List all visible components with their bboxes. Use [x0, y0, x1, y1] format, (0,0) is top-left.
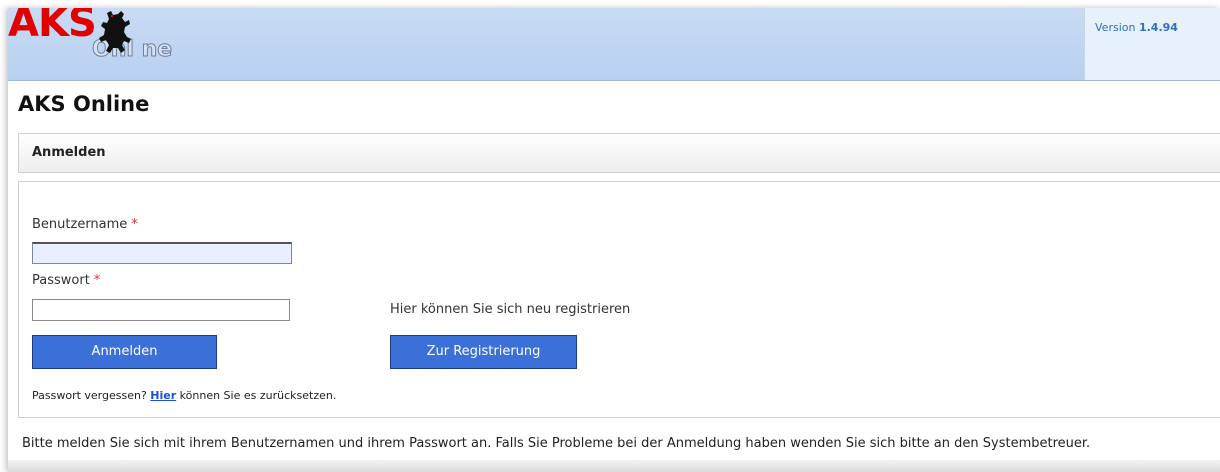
logo-aks-text: AKS — [8, 8, 97, 46]
required-marker: * — [131, 217, 138, 232]
aks-online-logo[interactable]: AKS Onl ne — [8, 8, 178, 68]
app-window: AKS Onl ne Version 1.4.94 AKS Online Anm… — [8, 8, 1220, 472]
username-label-text: Benutzername — [32, 217, 128, 232]
version-prefix: Version — [1095, 21, 1136, 34]
username-label: Benutzername * — [32, 217, 138, 232]
forgot-password-suffix: können Sie es zurücksetzen. — [179, 389, 337, 402]
username-input[interactable] — [32, 242, 292, 264]
password-label: Passwort * — [32, 273, 100, 288]
login-help-text: Bitte melden Sie sich mit ihrem Benutzer… — [22, 436, 1091, 451]
password-label-text: Passwort — [32, 273, 90, 288]
version-number: 1.4.94 — [1138, 21, 1178, 34]
required-marker: * — [93, 273, 101, 288]
forgot-password-prefix: Passwort vergessen? — [32, 389, 147, 402]
forgot-password-line: Passwort vergessen? Hier können Sie es z… — [32, 389, 336, 402]
login-panel-header: Anmelden — [18, 133, 1220, 173]
page-title: AKS Online — [18, 92, 150, 116]
berlin-bear-icon — [99, 11, 131, 53]
register-button[interactable]: Zur Registrierung — [390, 335, 577, 369]
version-label: Version 1.4.94 — [1095, 21, 1178, 34]
header-banner: AKS Onl ne Version 1.4.94 — [8, 8, 1220, 81]
login-button[interactable]: Anmelden — [32, 335, 217, 369]
login-panel-body: Benutzername * Passwort * Hier können Sie … — [18, 181, 1220, 418]
version-box: Version 1.4.94 — [1084, 8, 1220, 80]
register-hint-text: Hier können Sie sich neu registrieren — [390, 302, 631, 317]
login-panel-title: Anmelden — [32, 145, 106, 160]
password-input[interactable] — [32, 299, 290, 321]
bottom-bar — [8, 460, 1220, 472]
reset-password-link[interactable]: Hier — [150, 389, 176, 402]
